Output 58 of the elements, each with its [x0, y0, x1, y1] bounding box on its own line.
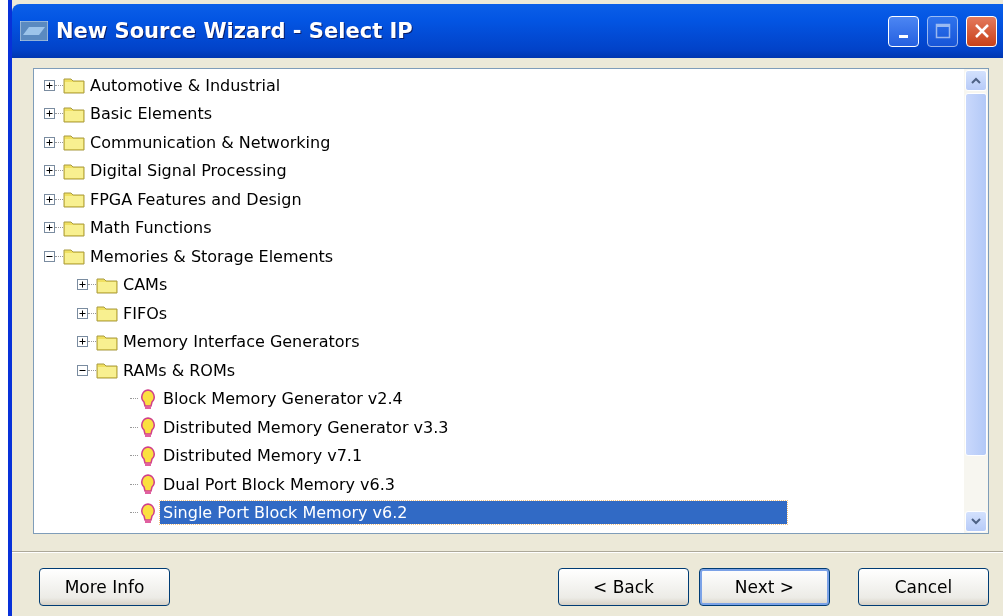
minimize-button[interactable]: [888, 15, 919, 47]
tree-item[interactable]: Communication & Networking: [87, 130, 335, 154]
collapse-icon[interactable]: [44, 250, 55, 262]
folder-icon: [63, 161, 85, 180]
tree-item[interactable]: Distributed Memory v7.1: [160, 444, 367, 468]
expand-icon[interactable]: [44, 165, 55, 177]
tree-item[interactable]: Memories & Storage Elements: [87, 244, 338, 268]
maximize-icon: [934, 23, 951, 39]
app-logo-icon: [20, 21, 48, 41]
expand-icon[interactable]: [77, 307, 88, 319]
minimize-icon: [899, 34, 908, 38]
folder-icon: [63, 218, 85, 237]
expand-icon[interactable]: [44, 79, 55, 91]
lightbulb-icon: [138, 473, 158, 496]
maximize-button[interactable]: [927, 15, 958, 47]
expand-icon[interactable]: [77, 279, 88, 291]
tree-item[interactable]: Block Memory Generator v2.4: [160, 387, 407, 411]
tree-item[interactable]: Digital Signal Processing: [87, 159, 291, 183]
folder-icon: [63, 247, 85, 266]
wizard-button[interactable]: More Info: [39, 568, 170, 606]
scroll-down-button[interactable]: [965, 511, 987, 532]
tree-item[interactable]: Distributed Memory Generator v3.3: [160, 415, 453, 439]
tree-item[interactable]: Single Port Block Memory v6.2: [160, 501, 787, 525]
close-icon: [973, 23, 990, 39]
expand-icon[interactable]: [44, 108, 55, 120]
folder-icon: [63, 133, 85, 152]
folder-icon: [96, 361, 118, 380]
window-title: New Source Wizard - Select IP: [56, 19, 414, 43]
tree-item[interactable]: Memory Interface Generators: [120, 330, 364, 354]
expand-icon[interactable]: [77, 336, 88, 348]
tree-item[interactable]: FIFOs: [120, 301, 172, 325]
scrollbar-thumb[interactable]: [965, 93, 987, 456]
lightbulb-icon: [138, 444, 158, 467]
folder-icon: [63, 104, 85, 123]
scroll-up-button[interactable]: [965, 70, 987, 91]
lightbulb-icon: [138, 416, 158, 439]
wizard-button[interactable]: < Back: [558, 568, 689, 606]
wizard-button[interactable]: Cancel: [858, 568, 989, 606]
folder-icon: [63, 190, 85, 209]
next-button[interactable]: Next >: [699, 568, 830, 606]
folder-icon: [96, 304, 118, 323]
tree-item[interactable]: Basic Elements: [87, 102, 217, 126]
lightbulb-icon: [138, 387, 158, 410]
tree-item[interactable]: FPGA Features and Design: [87, 187, 306, 211]
folder-icon: [96, 275, 118, 294]
tree-item[interactable]: RAMs & ROMs: [120, 358, 240, 382]
expand-icon[interactable]: [44, 193, 55, 205]
close-button[interactable]: [966, 15, 997, 47]
lightbulb-icon: [138, 501, 158, 524]
tree-item[interactable]: Automotive & Industrial: [87, 73, 285, 97]
tree-item[interactable]: CAMs: [120, 273, 172, 297]
expand-icon[interactable]: [44, 222, 55, 234]
folder-icon: [96, 332, 118, 351]
folder-icon: [63, 76, 85, 95]
collapse-icon[interactable]: [77, 364, 88, 376]
expand-icon[interactable]: [44, 136, 55, 148]
tree-item[interactable]: Dual Port Block Memory v6.3: [160, 472, 400, 496]
tree-item[interactable]: Math Functions: [87, 216, 216, 240]
